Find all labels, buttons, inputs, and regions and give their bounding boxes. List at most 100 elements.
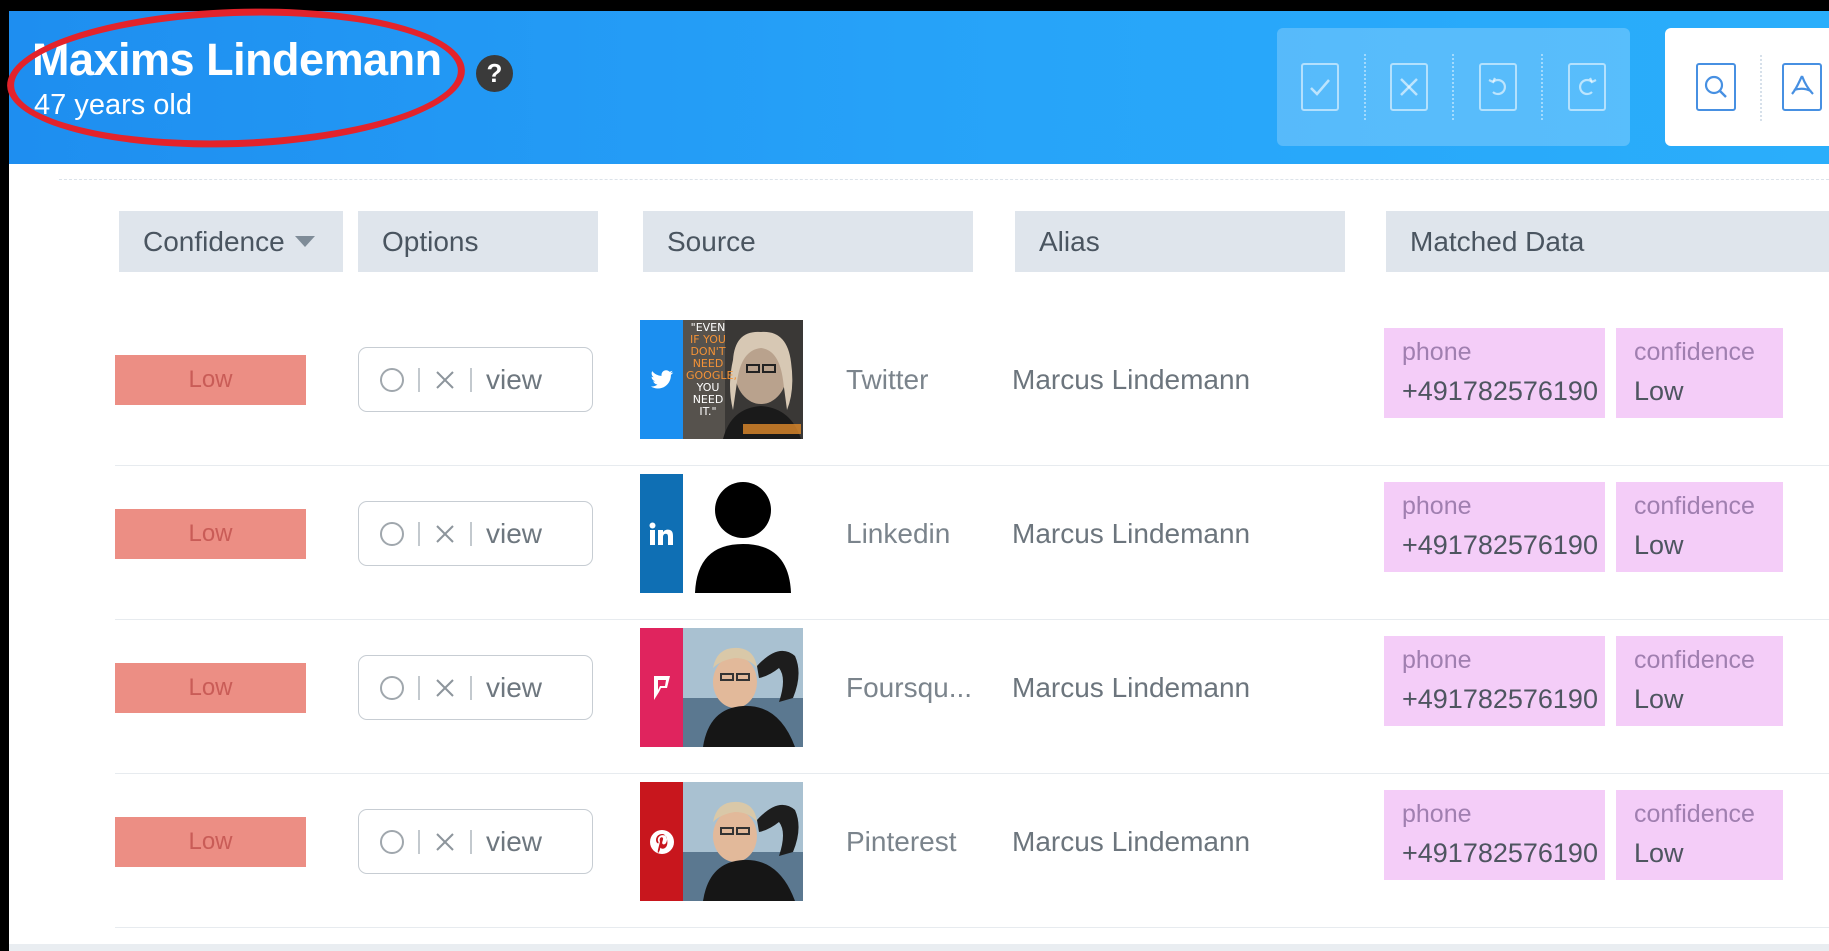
twitter-icon <box>650 369 673 388</box>
column-header-options: Options <box>358 211 598 272</box>
alias-name: Marcus Lindemann <box>1012 672 1251 703</box>
matched-value: Low <box>1634 530 1684 560</box>
table-row: Low view <box>9 312 1829 466</box>
select-radio[interactable] <box>380 521 404 546</box>
close-icon <box>436 832 454 851</box>
matched-key: phone <box>1402 646 1472 674</box>
undo-button[interactable] <box>1478 63 1517 111</box>
option-divider <box>418 521 420 546</box>
help-icon[interactable]: ? <box>476 55 513 92</box>
matched-value: +491782576190 <box>1402 838 1598 868</box>
alias-name: Marcus Lindemann <box>1012 826 1251 857</box>
confidence-badge: Low <box>115 817 306 867</box>
profile-header: Maxims Lindemann 47 years old ? <box>4 1 1829 164</box>
table-row: Low view Linkedin Marcus Lindemann phone… <box>9 466 1829 620</box>
profile-photo[interactable] <box>683 782 803 901</box>
redo-button[interactable] <box>1567 63 1606 111</box>
column-header-label: Matched Data <box>1410 226 1585 257</box>
matched-key: phone <box>1402 492 1472 520</box>
confidence-badge: Low <box>115 355 306 405</box>
view-link[interactable]: view <box>486 672 542 704</box>
column-header-alias: Alias <box>1015 211 1345 272</box>
source-name: Twitter <box>846 364 929 395</box>
column-header-label: Confidence <box>143 226 285 257</box>
option-divider <box>470 675 472 700</box>
redo-icon <box>1578 77 1597 96</box>
search-button[interactable] <box>1696 63 1736 111</box>
matched-confidence-card: confidence Low <box>1616 482 1783 572</box>
alias-name: Marcus Lindemann <box>1012 364 1251 395</box>
photo-quote-line: IT." <box>699 405 717 418</box>
table-row: Low view <box>9 620 1829 774</box>
select-radio[interactable] <box>380 367 404 392</box>
matched-key: confidence <box>1634 492 1755 520</box>
source-name: Pinterest <box>846 826 957 857</box>
column-header-confidence[interactable]: Confidence <box>119 211 343 272</box>
export-pdf-button[interactable] <box>1782 63 1822 111</box>
source-name: Foursqu... <box>846 672 973 703</box>
profile-photo[interactable]: "EVEN IF YOU DON'T NEED GOOGLE, YOU NEED… <box>683 320 803 439</box>
row-options: view <box>358 655 593 720</box>
view-link[interactable]: view <box>486 364 542 396</box>
table-row: Low view <box>9 774 1829 928</box>
matches-table: Confidence Options Source Alias Matched … <box>9 164 1829 944</box>
confidence-badge: Low <box>115 663 306 713</box>
matched-value: +491782576190 <box>1402 530 1598 560</box>
reject-button[interactable] <box>1390 63 1429 111</box>
matched-key: confidence <box>1634 800 1755 828</box>
confidence-badge: Low <box>115 509 306 559</box>
divider <box>59 179 1829 180</box>
column-header-label: Source <box>667 226 756 257</box>
pinterest-icon <box>649 829 674 854</box>
action-divider <box>1452 54 1455 120</box>
close-icon <box>436 524 454 543</box>
source-strip <box>640 628 683 747</box>
matched-confidence-card: confidence Low <box>1616 636 1783 726</box>
matched-phone-card: phone +491782576190 <box>1384 482 1605 572</box>
matched-value: Low <box>1634 376 1684 406</box>
matched-key: phone <box>1402 800 1472 828</box>
matched-key: confidence <box>1634 338 1755 366</box>
dismiss-button[interactable] <box>434 369 456 391</box>
highlight-ellipse <box>4 1 468 155</box>
matched-value: +491782576190 <box>1402 376 1598 406</box>
row-divider <box>115 927 1829 928</box>
app-window: Maxims Lindemann 47 years old ? Confiden… <box>0 0 1829 951</box>
dismiss-button[interactable] <box>434 677 456 699</box>
review-actions <box>1277 28 1630 146</box>
tool-divider <box>1760 55 1762 121</box>
close-icon <box>436 370 454 389</box>
dismiss-button[interactable] <box>434 831 456 853</box>
profile-photo[interactable] <box>683 628 803 747</box>
foursquare-icon <box>653 675 670 700</box>
row-options: view <box>358 809 593 874</box>
dismiss-button[interactable] <box>434 523 456 545</box>
source-name: Linkedin <box>846 518 951 549</box>
profile-photo[interactable] <box>683 474 803 593</box>
view-link[interactable]: view <box>486 518 542 550</box>
action-divider <box>1363 54 1366 120</box>
matched-value: Low <box>1634 838 1684 868</box>
select-radio[interactable] <box>380 675 404 700</box>
approve-button[interactable] <box>1301 63 1340 111</box>
matched-confidence-card: confidence Low <box>1616 328 1783 418</box>
pdf-icon <box>1791 75 1814 95</box>
source-strip <box>640 782 683 901</box>
matched-key: confidence <box>1634 646 1755 674</box>
footer-strip <box>9 944 1829 951</box>
sort-down-icon[interactable] <box>294 236 315 248</box>
option-divider <box>470 521 472 546</box>
source-strip <box>640 474 683 593</box>
select-radio[interactable] <box>380 829 404 854</box>
search-icon <box>1704 75 1727 98</box>
check-icon <box>1310 79 1331 96</box>
column-header-label: Options <box>382 226 479 257</box>
profile-photo-image <box>683 782 803 901</box>
option-divider <box>470 367 472 392</box>
view-link[interactable]: view <box>486 826 542 858</box>
column-header-source: Source <box>643 211 973 272</box>
matched-key: phone <box>1402 338 1472 366</box>
matched-phone-card: phone +491782576190 <box>1384 790 1605 880</box>
source-strip <box>640 320 683 439</box>
option-divider <box>470 829 472 854</box>
